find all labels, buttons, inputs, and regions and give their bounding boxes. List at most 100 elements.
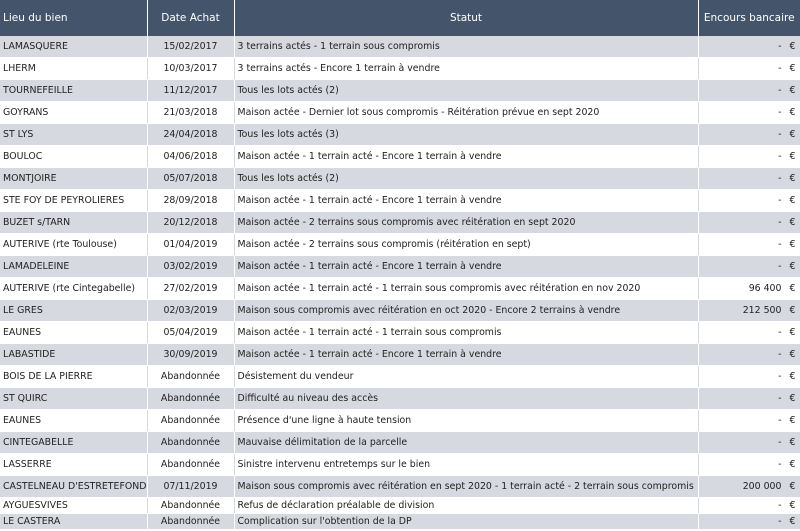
currency-symbol: € xyxy=(789,217,796,228)
table-row: ST QUIRC Abandonnée Difficulté au niveau d… xyxy=(0,387,800,410)
currency-symbol: € xyxy=(789,195,796,206)
table-body: LAMASQUERE 15/02/2017 3 terrains actés - 1… xyxy=(0,36,800,530)
cell-statut: Maison actée - 1 terrain acté - Encore 1… xyxy=(234,145,699,168)
cell-date-achat: 01/04/2019 xyxy=(147,233,235,256)
cell-statut: Désistement du vendeur xyxy=(234,365,699,388)
cell-encours: - € xyxy=(698,497,800,514)
table-row: LASSERRE Abandonnée Sinistre intervenu ent… xyxy=(0,453,800,476)
cell-encours: - € xyxy=(698,233,800,256)
table-row: LHERM 10/03/2017 3 terrains actés - Encore… xyxy=(0,57,800,80)
cell-statut: Refus de déclaration préalable de divisi… xyxy=(234,497,699,514)
cell-date-achat: Abandonnée xyxy=(147,431,235,454)
cell-encours: - € xyxy=(698,409,800,432)
table-row: LE GRES 02/03/2019 Maison sous compromis a… xyxy=(0,299,800,322)
cell-date-achat: 05/04/2019 xyxy=(147,321,235,344)
table-row: ST LYS 24/04/2018 Tous les lots actés (3) -… xyxy=(0,123,800,146)
cell-encours: 96 400 € xyxy=(698,277,800,300)
cell-encours: - € xyxy=(698,145,800,168)
cell-statut: Difficulté au niveau des accès xyxy=(234,387,699,410)
cell-lieu: CASTELNEAU D'ESTRETEFONDS xyxy=(0,475,148,498)
currency-symbol: € xyxy=(789,349,796,360)
cell-statut: Présence d'une ligne à haute tension xyxy=(234,409,699,432)
cell-statut: Maison sous compromis avec réitération e… xyxy=(234,299,699,322)
cell-lieu: AUTERIVE (rte Toulouse) xyxy=(0,233,148,256)
cell-lieu: LE GRES xyxy=(0,299,148,322)
cell-statut: 3 terrains actés - 1 terrain sous compro… xyxy=(234,36,699,58)
biens-table: Lieu du bien Date Achat Statut Encours b… xyxy=(0,0,800,530)
cell-statut: Maison actée - 1 terrain acté - 1 terrai… xyxy=(234,277,699,300)
cell-statut: Tous les lots actés (3) xyxy=(234,123,699,146)
cell-statut: Tous les lots actés (2) xyxy=(234,79,699,102)
cell-date-achat: Abandonnée xyxy=(147,365,235,388)
cell-date-achat: Abandonnée xyxy=(147,497,235,514)
header-statut: Statut xyxy=(234,0,699,36)
cell-lieu: AYGUESVIVES xyxy=(0,497,148,514)
table-row: BOIS DE LA PIERRE Abandonnée Désistement d… xyxy=(0,365,800,388)
table-row: EAUNES 05/04/2019 Maison actée - 1 terrain… xyxy=(0,321,800,344)
header-lieu: Lieu du bien xyxy=(0,0,148,36)
currency-symbol: € xyxy=(789,41,796,52)
cell-statut: Maison actée - 1 terrain acté - Encore 1… xyxy=(234,343,699,366)
cell-statut: 3 terrains actés - Encore 1 terrain à ve… xyxy=(234,57,699,80)
cell-date-achat: 27/02/2019 xyxy=(147,277,235,300)
cell-date-achat: 07/11/2019 xyxy=(147,475,235,498)
table-row: CINTEGABELLE Abandonnée Mauvaise délimitat… xyxy=(0,431,800,454)
cell-date-achat: 20/12/2018 xyxy=(147,211,235,234)
cell-lieu: AUTERIVE (rte Cintegabelle) xyxy=(0,277,148,300)
cell-statut: Maison actée - 1 terrain acté - 1 terrai… xyxy=(234,321,699,344)
header-date-achat: Date Achat xyxy=(147,0,235,36)
cell-lieu: LHERM xyxy=(0,57,148,80)
currency-symbol: € xyxy=(789,371,796,382)
cell-encours: - € xyxy=(698,123,800,146)
currency-symbol: € xyxy=(789,327,796,338)
cell-date-achat: Abandonnée xyxy=(147,387,235,410)
cell-date-achat: Abandonnée xyxy=(147,453,235,476)
table-row: CASTELNEAU D'ESTRETEFONDS 07/11/2019 Maiso… xyxy=(0,475,800,498)
currency-symbol: € xyxy=(789,305,796,316)
table-row: LAMADELEINE 03/02/2019 Maison actée - 1 te… xyxy=(0,255,800,278)
cell-encours: - € xyxy=(698,36,800,58)
cell-lieu: LASSERRE xyxy=(0,453,148,476)
cell-lieu: GOYRANS xyxy=(0,101,148,124)
cell-encours: 200 000 € xyxy=(698,475,800,498)
header-row: Lieu du bien Date Achat Statut Encours b… xyxy=(0,0,800,36)
currency-symbol: € xyxy=(789,239,796,250)
cell-lieu: MONTJOIRE xyxy=(0,167,148,190)
cell-statut: Complication sur l'obtention de la DP xyxy=(234,513,699,530)
cell-date-achat: 10/03/2017 xyxy=(147,57,235,80)
cell-encours: - € xyxy=(698,167,800,190)
cell-lieu: BOIS DE LA PIERRE xyxy=(0,365,148,388)
currency-symbol: € xyxy=(789,516,796,527)
cell-date-achat: Abandonnée xyxy=(147,513,235,530)
cell-statut: Maison sous compromis avec réitération e… xyxy=(234,475,699,498)
cell-date-achat: 28/09/2018 xyxy=(147,189,235,212)
cell-statut: Maison actée - 2 terrains sous compromis… xyxy=(234,211,699,234)
cell-date-achat: 02/03/2019 xyxy=(147,299,235,322)
cell-lieu: LABASTIDE xyxy=(0,343,148,366)
table-row: AUTERIVE (rte Cintegabelle) 27/02/2019 Mai… xyxy=(0,277,800,300)
cell-encours: - € xyxy=(698,255,800,278)
currency-symbol: € xyxy=(789,63,796,74)
currency-symbol: € xyxy=(789,500,796,511)
cell-date-achat: 21/03/2018 xyxy=(147,101,235,124)
encours-amount: 212 500 xyxy=(742,305,782,316)
cell-date-achat: 15/02/2017 xyxy=(147,36,235,58)
cell-date-achat: Abandonnée xyxy=(147,409,235,432)
header-encours: Encours bancaire xyxy=(698,0,800,36)
cell-statut: Maison actée - 1 terrain acté - Encore 1… xyxy=(234,255,699,278)
cell-encours: - € xyxy=(698,101,800,124)
currency-symbol: € xyxy=(789,459,796,470)
cell-encours: - € xyxy=(698,79,800,102)
cell-encours: - € xyxy=(698,387,800,410)
cell-date-achat: 11/12/2017 xyxy=(147,79,235,102)
encours-amount: 200 000 xyxy=(742,481,782,492)
table-row: AUTERIVE (rte Toulouse) 01/04/2019 Maison … xyxy=(0,233,800,256)
currency-symbol: € xyxy=(789,283,796,294)
cell-encours: - € xyxy=(698,453,800,476)
cell-encours: - € xyxy=(698,513,800,530)
cell-lieu: BUZET s/TARN xyxy=(0,211,148,234)
encours-amount: 96 400 xyxy=(748,283,782,294)
table-row: STE FOY DE PEYROLIERES 28/09/2018 Maison a… xyxy=(0,189,800,212)
cell-statut: Maison actée - Dernier lot sous compromi… xyxy=(234,101,699,124)
currency-symbol: € xyxy=(789,261,796,272)
